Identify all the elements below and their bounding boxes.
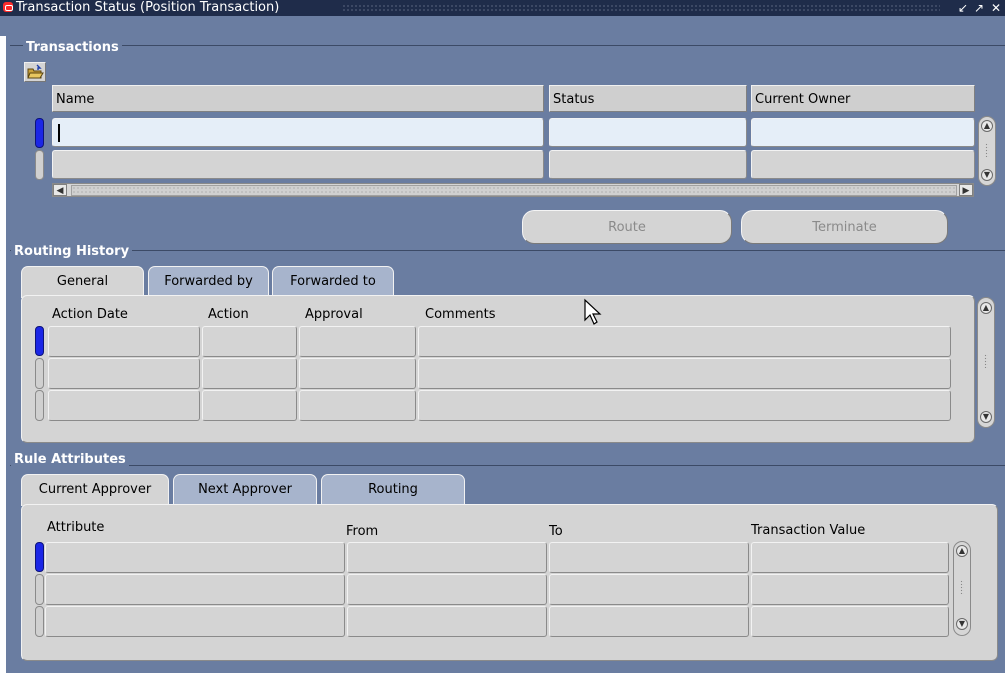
open-folder-icon bbox=[27, 64, 44, 79]
transactions-section-title: Transactions bbox=[23, 39, 122, 57]
rule-attributes-section-title: Rule Attributes bbox=[11, 451, 129, 469]
tab-routing[interactable]: Routing bbox=[321, 474, 465, 504]
rule-attributes-vertical-scrollbar[interactable]: ▲ ▼ bbox=[953, 541, 971, 636]
column-header-approval: Approval bbox=[305, 307, 363, 322]
comments-field[interactable] bbox=[418, 358, 951, 389]
transactions-divider bbox=[10, 45, 1005, 46]
scroll-up-icon[interactable]: ▲ bbox=[981, 120, 993, 132]
app-window: Transaction Status (Position Transaction… bbox=[0, 0, 1005, 675]
transaction-value-field[interactable] bbox=[751, 542, 949, 573]
column-header-action-date: Action Date bbox=[52, 307, 128, 322]
transaction-status-field[interactable] bbox=[549, 150, 747, 179]
record-indicator[interactable] bbox=[35, 358, 44, 389]
scroll-left-icon[interactable]: ◀ bbox=[53, 184, 67, 196]
column-header-action: Action bbox=[208, 307, 249, 322]
column-header-current-owner: Current Owner bbox=[751, 85, 975, 112]
scroll-grip bbox=[984, 354, 988, 368]
text-caret bbox=[58, 124, 60, 142]
tab-general[interactable]: General bbox=[21, 266, 144, 298]
tab-forwarded-by[interactable]: Forwarded by bbox=[148, 266, 269, 296]
column-header-from: From bbox=[346, 524, 379, 539]
title-bar-drag-area[interactable] bbox=[342, 4, 940, 13]
approval-field[interactable] bbox=[299, 390, 416, 421]
transaction-name-field[interactable] bbox=[52, 150, 544, 179]
route-button[interactable]: Route bbox=[522, 210, 732, 244]
title-bar-band bbox=[0, 16, 1005, 36]
to-field[interactable] bbox=[549, 542, 749, 573]
tab-forwarded-to[interactable]: Forwarded to bbox=[272, 266, 394, 296]
transaction-name-field[interactable] bbox=[52, 118, 544, 147]
open-folder-button[interactable] bbox=[24, 62, 46, 82]
record-indicator-selected[interactable] bbox=[35, 118, 44, 148]
title-bar: Transaction Status (Position Transaction… bbox=[0, 0, 1005, 36]
routing-history-section-title: Routing History bbox=[11, 243, 133, 261]
from-field[interactable] bbox=[347, 542, 547, 573]
record-indicator[interactable] bbox=[35, 390, 44, 421]
terminate-button[interactable]: Terminate bbox=[741, 210, 948, 244]
comments-field[interactable] bbox=[418, 326, 951, 357]
tab-current-approver[interactable]: Current Approver bbox=[21, 474, 169, 506]
scroll-grip bbox=[960, 580, 964, 594]
transaction-owner-field[interactable] bbox=[751, 118, 975, 147]
action-field[interactable] bbox=[202, 390, 297, 421]
window-title: Transaction Status (Position Transaction… bbox=[16, 0, 280, 15]
action-field[interactable] bbox=[202, 358, 297, 389]
minimize-button[interactable]: ↙ bbox=[956, 0, 970, 16]
close-button[interactable]: ✕ bbox=[989, 0, 1003, 16]
oracle-logo-icon bbox=[3, 2, 13, 12]
column-header-to: To bbox=[549, 524, 563, 539]
horizontal-scroll-thumb[interactable] bbox=[71, 185, 957, 196]
approval-field[interactable] bbox=[299, 326, 416, 357]
record-indicator[interactable] bbox=[35, 606, 44, 637]
approval-field[interactable] bbox=[299, 358, 416, 389]
action-date-field[interactable] bbox=[48, 326, 200, 357]
scroll-down-icon[interactable]: ▼ bbox=[956, 618, 968, 630]
transaction-owner-field[interactable] bbox=[751, 150, 975, 179]
scroll-right-icon[interactable]: ▶ bbox=[959, 184, 973, 196]
scroll-grip bbox=[985, 143, 989, 157]
tab-next-approver[interactable]: Next Approver bbox=[173, 474, 317, 504]
column-header-transaction-value: Transaction Value bbox=[751, 523, 866, 538]
maximize-button[interactable]: ↗ bbox=[972, 0, 986, 16]
record-indicator-selected[interactable] bbox=[35, 542, 44, 572]
column-header-comments: Comments bbox=[425, 307, 496, 322]
action-date-field[interactable] bbox=[48, 358, 200, 389]
action-field[interactable] bbox=[202, 326, 297, 357]
record-indicator-selected[interactable] bbox=[35, 326, 44, 356]
column-header-name: Name bbox=[52, 85, 544, 112]
scroll-up-icon[interactable]: ▲ bbox=[956, 545, 968, 557]
from-field[interactable] bbox=[347, 574, 547, 605]
transaction-status-field[interactable] bbox=[549, 118, 747, 147]
attribute-field[interactable] bbox=[45, 574, 345, 605]
transaction-value-field[interactable] bbox=[751, 606, 949, 637]
attribute-field[interactable] bbox=[45, 542, 345, 573]
routing-history-divider bbox=[10, 250, 1005, 251]
attribute-field[interactable] bbox=[45, 606, 345, 637]
scroll-up-icon[interactable]: ▲ bbox=[980, 302, 992, 314]
scroll-down-icon[interactable]: ▼ bbox=[981, 169, 993, 181]
scroll-down-icon[interactable]: ▼ bbox=[980, 411, 992, 423]
action-date-field[interactable] bbox=[48, 390, 200, 421]
transactions-horizontal-scrollbar[interactable]: ◀ ▶ bbox=[52, 183, 974, 197]
to-field[interactable] bbox=[549, 574, 749, 605]
rule-attributes-divider bbox=[10, 465, 1005, 466]
comments-field[interactable] bbox=[418, 390, 951, 421]
column-header-status: Status bbox=[549, 85, 747, 112]
routing-history-vertical-scrollbar[interactable]: ▲ ▼ bbox=[977, 297, 995, 428]
from-field[interactable] bbox=[347, 606, 547, 637]
record-indicator[interactable] bbox=[35, 574, 44, 605]
transactions-vertical-scrollbar[interactable]: ▲ ▼ bbox=[978, 116, 996, 186]
record-indicator[interactable] bbox=[35, 150, 44, 180]
transaction-value-field[interactable] bbox=[751, 574, 949, 605]
column-header-attribute: Attribute bbox=[47, 520, 105, 535]
mouse-pointer-icon bbox=[584, 298, 602, 325]
to-field[interactable] bbox=[549, 606, 749, 637]
